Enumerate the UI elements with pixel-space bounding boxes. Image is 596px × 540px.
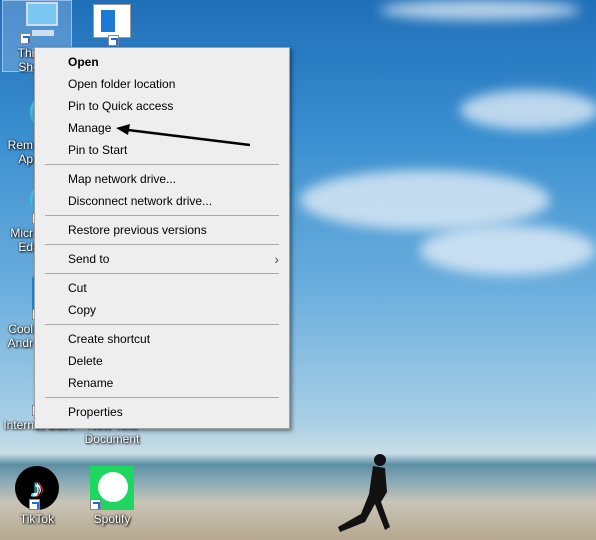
desktop-icon-document[interactable]	[72, 2, 152, 48]
menu-item-label: Open folder location	[68, 77, 176, 91]
menu-item-create-shortcut[interactable]: Create shortcut	[35, 328, 289, 350]
menu-item-pin-to-quick-access[interactable]: Pin to Quick access	[35, 95, 289, 117]
menu-separator	[45, 397, 279, 398]
spotify-icon	[90, 466, 134, 510]
menu-item-manage[interactable]: Manage	[35, 117, 289, 139]
menu-item-label: Create shortcut	[68, 332, 151, 346]
menu-item-label: Send to	[68, 252, 110, 266]
icon-label: TikTok	[19, 512, 55, 526]
menu-item-send-to[interactable]: Send to ›	[35, 248, 289, 270]
tiktok-icon: ♪	[15, 466, 59, 510]
menu-item-label: Open	[68, 55, 99, 69]
icon-label: Rem Ap	[7, 138, 33, 166]
menu-item-rename[interactable]: Rename	[35, 372, 289, 394]
menu-item-map-network-drive[interactable]: Map network drive...	[35, 168, 289, 190]
runner-silhouette	[338, 454, 390, 532]
chevron-right-icon: ›	[274, 251, 279, 267]
menu-item-label: Restore previous versions	[68, 223, 207, 237]
desktop-icon-tiktok[interactable]: ♪ TikTok	[0, 466, 77, 526]
menu-item-label: Properties	[68, 405, 123, 419]
menu-item-restore-previous-versions[interactable]: Restore previous versions	[35, 219, 289, 241]
menu-item-label: Delete	[68, 354, 103, 368]
menu-separator	[45, 324, 279, 325]
menu-item-properties[interactable]: Properties	[35, 401, 289, 423]
desktop-icon-spotify[interactable]: Spotify	[72, 466, 152, 526]
icon-label: Spotify	[93, 512, 131, 526]
icon-label: Cool Andr	[7, 322, 33, 350]
menu-separator	[45, 215, 279, 216]
menu-item-open-folder-location[interactable]: Open folder location	[35, 73, 289, 95]
menu-item-delete[interactable]: Delete	[35, 350, 289, 372]
menu-item-label: Disconnect network drive...	[68, 194, 213, 208]
document-window-icon	[90, 2, 134, 46]
computer-icon	[18, 0, 62, 44]
menu-item-label: Rename	[68, 376, 114, 390]
menu-item-copy[interactable]: Copy	[35, 299, 289, 321]
menu-separator	[45, 273, 279, 274]
menu-item-label: Cut	[68, 281, 87, 295]
menu-item-pin-to-start[interactable]: Pin to Start	[35, 139, 289, 161]
menu-item-disconnect-network-drive[interactable]: Disconnect network drive...	[35, 190, 289, 212]
menu-item-label: Map network drive...	[68, 172, 177, 186]
menu-item-cut[interactable]: Cut	[35, 277, 289, 299]
menu-separator	[45, 164, 279, 165]
menu-item-label: Manage	[68, 121, 112, 135]
menu-item-label: Pin to Start	[68, 143, 128, 157]
context-menu: Open Open folder location Pin to Quick acc…	[34, 47, 290, 429]
menu-separator	[45, 244, 279, 245]
menu-item-open[interactable]: Open	[35, 51, 289, 73]
menu-item-label: Copy	[68, 303, 97, 317]
menu-item-label: Pin to Quick access	[68, 99, 174, 113]
icon-label: Micr Ed	[10, 226, 33, 254]
